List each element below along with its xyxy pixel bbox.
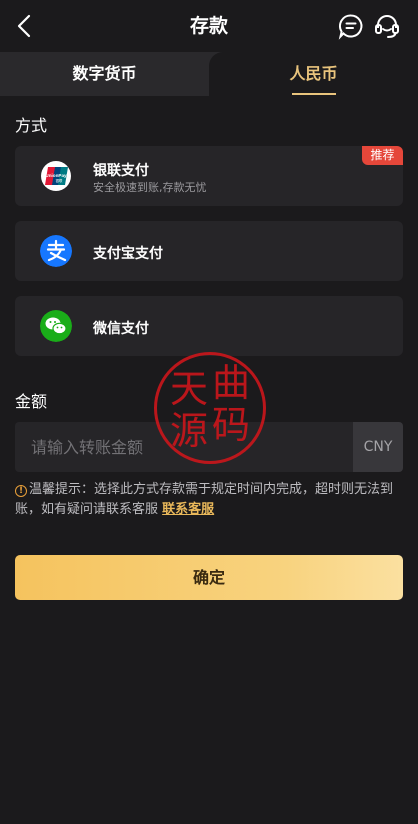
watermark-stamp: 天 曲 源 码 [154,352,266,464]
alipay-icon [40,235,72,267]
top-bar: 存款 [0,0,418,52]
stamp-char: 曲 [211,361,250,405]
headset-icon[interactable] [373,12,401,40]
method-alipay[interactable]: 支付宝支付 [15,221,403,281]
tab-crypto[interactable]: 数字货币 [0,52,209,96]
warning-icon: ! [15,485,27,497]
unionpay-logo: UnionPay 银联 [41,161,71,191]
stamp-char: 源 [169,409,208,453]
stamp-char: 天 [169,367,208,411]
wechat-icon [40,310,72,342]
method-name: 银联支付 [93,163,149,179]
active-tab-indicator [291,93,336,95]
chat-bubble-icon[interactable] [337,12,365,40]
recommend-badge: 推荐 [362,146,403,165]
tab-crypto-label: 数字货币 [72,64,137,83]
warm-tip: ! 温馨提示：选择此方式存款需于规定时间内完成，超时则无法到账，如有疑问请联系客服… [15,480,407,520]
confirm-button[interactable]: 确定 [15,555,403,600]
method-description: 安全极速到账,存款无忧 [93,181,207,194]
contact-service-link[interactable]: 联系客服 [162,502,214,517]
method-wechat[interactable]: 微信支付 [15,296,403,356]
unionpay-logo-text: UnionPay [45,173,67,178]
method-unionpay[interactable]: UnionPay 银联 银联支付 安全极速到账,存款无忧 推荐 [15,146,403,206]
tab-rmb-label: 人民币 [289,64,338,83]
stamp-char: 码 [211,403,250,447]
method-name: 支付宝支付 [93,246,163,262]
unionpay-logo-subtext: 银联 [56,178,63,183]
tab-rmb[interactable]: 人民币 [209,52,418,96]
amount-section-label: 金额 [15,392,48,411]
method-name: 微信支付 [93,321,149,337]
currency-unit: CNY [353,422,403,472]
currency-tabs: 数字货币 人民币 [0,52,418,96]
method-section-label: 方式 [15,116,48,135]
